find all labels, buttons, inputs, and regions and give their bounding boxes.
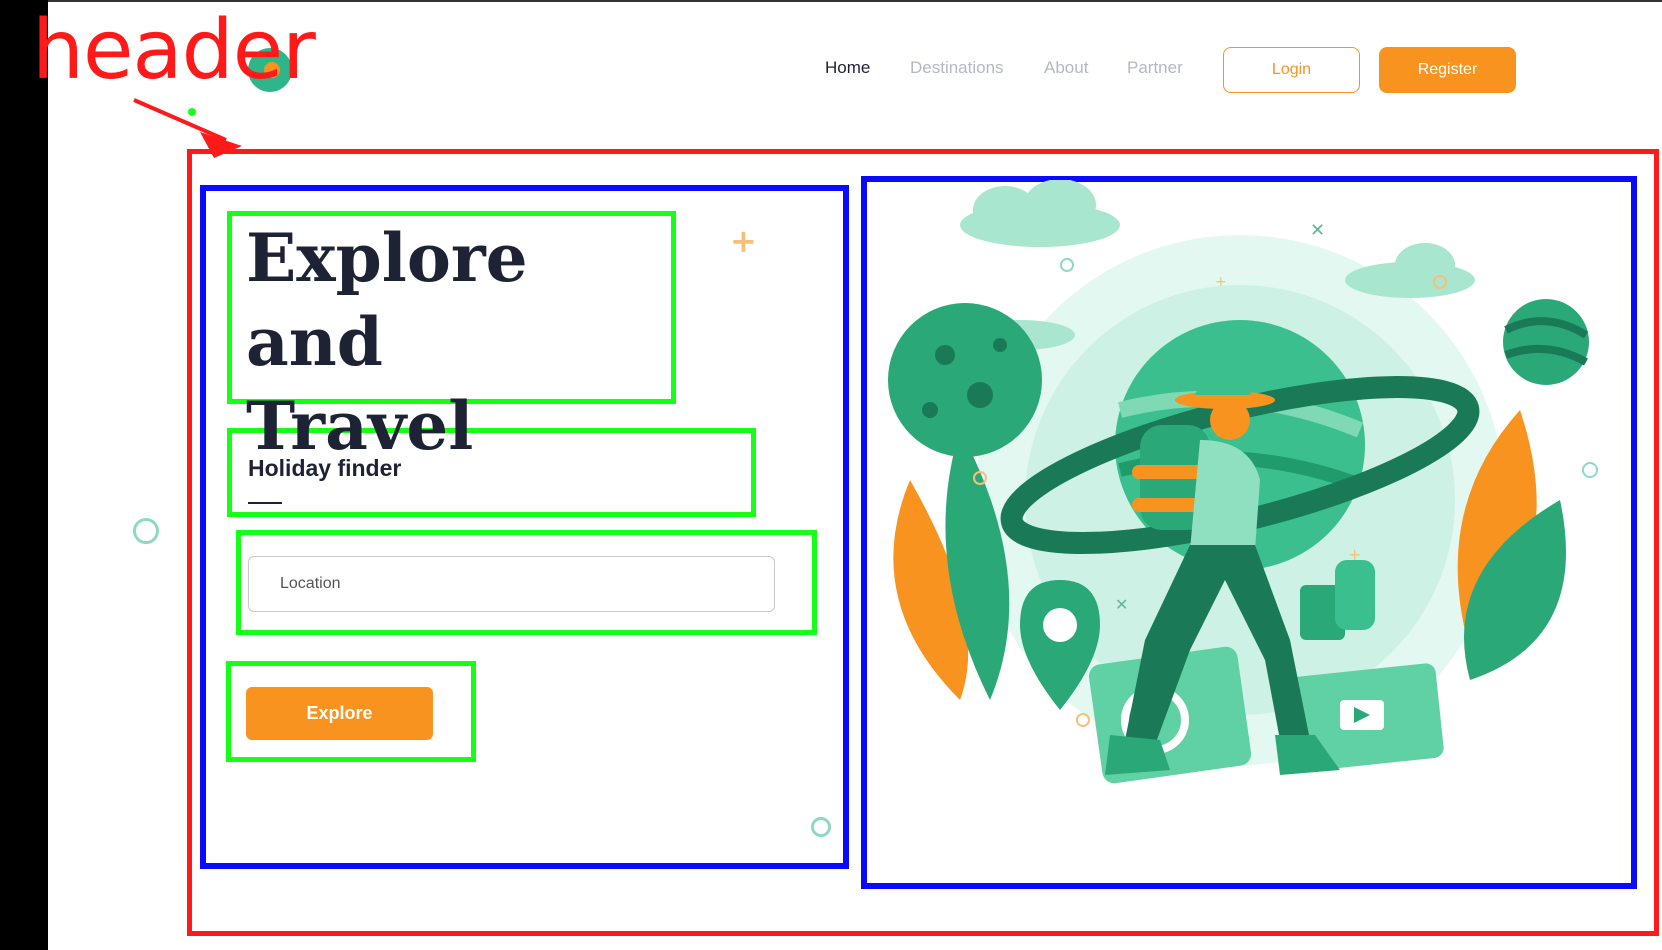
- left-black-bar: [0, 0, 48, 950]
- holiday-finder-title: Holiday finder: [248, 455, 402, 481]
- login-button[interactable]: Login: [1223, 47, 1360, 93]
- nav-link-partner[interactable]: Partner: [1127, 58, 1183, 78]
- explore-button[interactable]: Explore: [246, 687, 433, 740]
- register-button[interactable]: Register: [1379, 47, 1516, 93]
- hero-title: Explore and Travel: [246, 216, 666, 468]
- nav-link-about[interactable]: About: [1044, 58, 1088, 78]
- subtitle-underline: [248, 502, 282, 504]
- nav-link-home[interactable]: Home: [825, 58, 870, 78]
- svg-text:✕: ✕: [1115, 595, 1128, 614]
- deco-plus-icon: +: [730, 222, 757, 260]
- location-input[interactable]: [248, 556, 775, 612]
- hero-title-line2: Travel: [246, 387, 474, 465]
- nav-link-destinations[interactable]: Destinations: [910, 58, 1004, 78]
- svg-text:+: +: [1348, 545, 1361, 564]
- deco-ring-icon: [811, 817, 831, 837]
- travel-illustration: ✕ ✕ + +: [888, 180, 1598, 784]
- annotation-arrow-icon: [133, 98, 242, 158]
- annotation-header-label: header: [32, 3, 316, 98]
- svg-text:✕: ✕: [1310, 220, 1325, 241]
- deco-ring-icon: [133, 518, 159, 544]
- hero-title-line1: Explore and: [246, 219, 528, 381]
- top-border-line: [48, 0, 1662, 2]
- svg-text:+: +: [1215, 274, 1227, 290]
